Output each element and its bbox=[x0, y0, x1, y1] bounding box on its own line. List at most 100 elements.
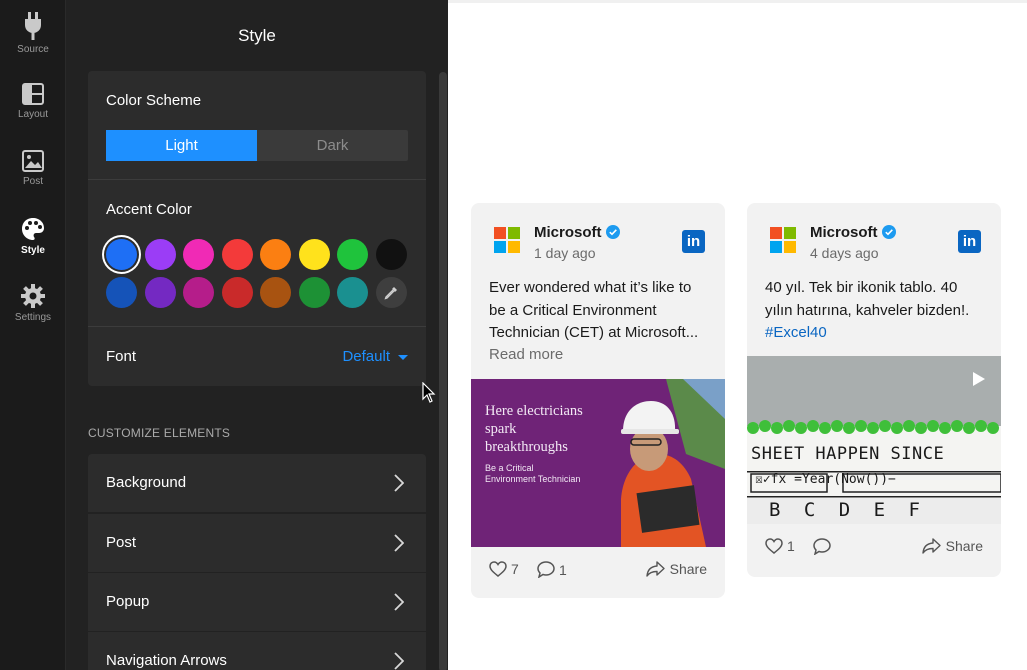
rail-item-style[interactable]: Style bbox=[0, 217, 66, 277]
post-text-body: 40 yıl. Tek bir ikonik tablo. 40 yılın h… bbox=[765, 279, 970, 319]
image-icon bbox=[22, 150, 44, 172]
hashtag-link[interactable]: #Excel40 bbox=[765, 324, 827, 341]
heart-icon bbox=[765, 538, 783, 554]
accent-swatch[interactable] bbox=[375, 239, 407, 270]
layout-icon bbox=[22, 83, 44, 105]
cake-columns-line: B C D E F bbox=[769, 499, 920, 521]
share-icon bbox=[921, 538, 941, 554]
accent-swatch[interactable] bbox=[337, 239, 368, 270]
share-button[interactable]: Share bbox=[645, 561, 707, 577]
like-button[interactable]: 1 bbox=[765, 538, 795, 554]
linkedin-icon[interactable]: in bbox=[682, 230, 705, 253]
accent-swatch[interactable] bbox=[144, 239, 176, 270]
microsoft-logo-icon bbox=[769, 226, 797, 254]
linkedin-icon[interactable]: in bbox=[958, 230, 981, 253]
rail-item-settings[interactable]: Settings bbox=[0, 284, 66, 344]
nav-rail: Source Layout Post Style Settings bbox=[0, 0, 66, 670]
post-author-name: Microsoft bbox=[810, 224, 878, 241]
read-more-link[interactable]: Read more bbox=[489, 346, 563, 363]
element-row-label: Post bbox=[106, 534, 137, 551]
comment-icon bbox=[813, 538, 831, 555]
share-icon bbox=[645, 561, 665, 577]
image-headline-line: spark bbox=[485, 421, 517, 437]
chevron-right-icon bbox=[394, 534, 404, 552]
cake-formula-line: ☒✓fx =Year(Now())− bbox=[755, 472, 896, 487]
share-label: Share bbox=[945, 538, 983, 554]
chevron-right-icon bbox=[394, 474, 404, 492]
share-label: Share bbox=[669, 561, 707, 577]
accent-swatch[interactable] bbox=[183, 277, 214, 308]
post-text: 40 yıl. Tek bir ikonik tablo. 40 yılın h… bbox=[765, 277, 985, 345]
rail-label-style: Style bbox=[21, 245, 45, 256]
element-row-background[interactable]: Background bbox=[88, 454, 426, 512]
element-row-label: Navigation Arrows bbox=[106, 652, 227, 669]
accent-swatch[interactable] bbox=[337, 277, 368, 308]
avatar bbox=[493, 226, 521, 254]
verified-badge-icon bbox=[605, 225, 620, 239]
accent-swatch[interactable] bbox=[260, 277, 291, 308]
post-footer: 7 1 Share bbox=[471, 547, 725, 597]
accent-swatch[interactable] bbox=[106, 239, 137, 270]
font-dropdown-value: Default bbox=[342, 348, 390, 365]
font-label: Font bbox=[106, 348, 137, 365]
play-icon[interactable] bbox=[973, 372, 985, 386]
comment-icon bbox=[537, 561, 555, 578]
color-scheme-light-button[interactable]: Light bbox=[106, 130, 257, 161]
rail-item-layout[interactable]: Layout bbox=[0, 83, 66, 143]
rail-item-source[interactable]: Source bbox=[0, 12, 66, 72]
post-image[interactable]: Here electricians spark breakthroughs Be… bbox=[471, 379, 725, 547]
chevron-right-icon bbox=[394, 652, 404, 670]
post-time: 4 days ago bbox=[810, 245, 879, 261]
accent-swatch[interactable] bbox=[298, 277, 330, 308]
rail-label-post: Post bbox=[22, 176, 43, 187]
post-author-name: Microsoft bbox=[534, 224, 602, 241]
post-video-thumbnail[interactable]: SHEET HAPPEN SINCE ☒✓fx =Year(Now())− B … bbox=[747, 356, 1001, 524]
post-time: 1 day ago bbox=[534, 245, 596, 261]
accent-swatch[interactable] bbox=[221, 277, 253, 308]
comment-button[interactable] bbox=[813, 538, 831, 555]
color-picker-button[interactable] bbox=[375, 277, 407, 308]
style-settings-card: Color Scheme Light Dark Accent Color Fon… bbox=[88, 71, 426, 386]
image-headline-line: breakthroughs bbox=[485, 439, 568, 455]
caret-down-icon bbox=[398, 354, 408, 360]
like-count: 1 bbox=[787, 538, 795, 554]
style-panel: Style Color Scheme Light Dark Accent Col… bbox=[66, 0, 448, 670]
font-dropdown[interactable]: Default bbox=[342, 348, 408, 365]
post-author[interactable]: Microsoft bbox=[534, 224, 620, 241]
element-row-navigation-arrows[interactable]: Navigation Arrows bbox=[88, 632, 426, 670]
verified-badge-icon bbox=[881, 225, 896, 239]
panel-scrollbar[interactable] bbox=[439, 72, 447, 670]
rail-label-source: Source bbox=[17, 44, 49, 55]
divider bbox=[88, 179, 426, 180]
panel-title: Style bbox=[238, 26, 276, 45]
comment-button[interactable]: 1 bbox=[537, 561, 567, 578]
palette-icon bbox=[22, 218, 44, 240]
rail-label-settings: Settings bbox=[14, 312, 52, 323]
image-subtext-line: Be a Critical bbox=[485, 463, 534, 473]
divider bbox=[88, 326, 426, 327]
post-text: Ever wondered what it’s like to be a Cri… bbox=[489, 279, 699, 341]
accent-swatch[interactable] bbox=[183, 239, 214, 270]
element-row-post[interactable]: Post bbox=[88, 514, 426, 572]
accent-swatch[interactable] bbox=[260, 239, 291, 270]
share-button[interactable]: Share bbox=[921, 538, 983, 554]
like-button[interactable]: 7 bbox=[489, 561, 519, 577]
avatar bbox=[769, 226, 797, 254]
color-scheme-dark-button[interactable]: Dark bbox=[257, 130, 408, 161]
accent-swatch[interactable] bbox=[298, 239, 330, 270]
post-author[interactable]: Microsoft bbox=[810, 224, 896, 241]
heart-icon bbox=[489, 561, 507, 577]
post-card[interactable]: Microsoft 4 days ago in 40 yıl. Tek bir … bbox=[747, 203, 1001, 577]
accent-swatch[interactable] bbox=[144, 277, 176, 308]
post-card[interactable]: Microsoft 1 day ago in Ever wondered wha… bbox=[471, 203, 725, 598]
rail-item-post[interactable]: Post bbox=[0, 150, 66, 210]
image-subtext: Be a Critical Environment Technician bbox=[485, 463, 580, 485]
preview-top-border bbox=[448, 0, 1027, 3]
element-row-label: Popup bbox=[106, 593, 150, 610]
accent-swatch[interactable] bbox=[221, 239, 253, 270]
accent-swatch[interactable] bbox=[106, 277, 137, 308]
comment-count: 1 bbox=[559, 561, 567, 578]
color-scheme-label: Color Scheme bbox=[106, 92, 202, 109]
plug-icon bbox=[25, 12, 41, 40]
element-row-popup[interactable]: Popup bbox=[88, 573, 426, 631]
